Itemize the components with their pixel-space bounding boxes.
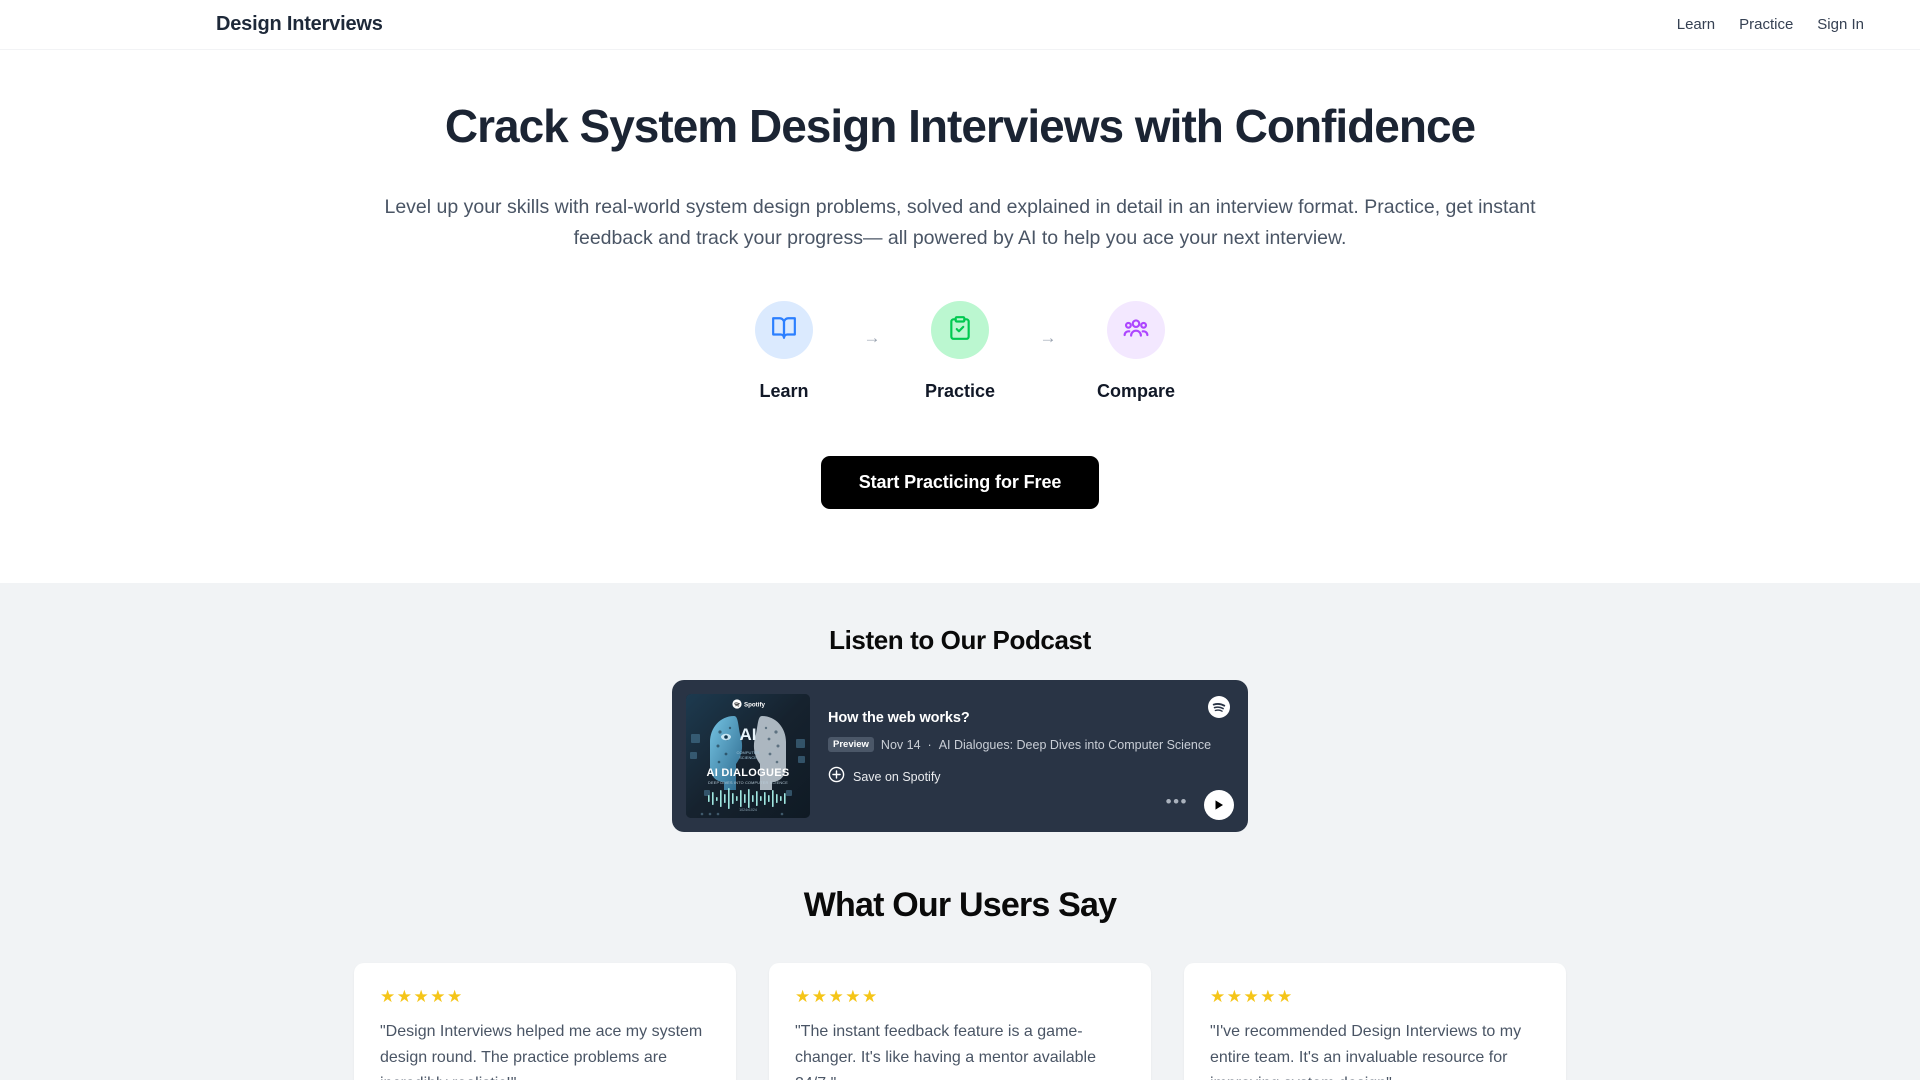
spotify-embed-wrap: AI COMPUTER SCIENCE Spotify AI DIALOGUES… — [0, 680, 1920, 833]
nav-link-sign-in[interactable]: Sign In — [1817, 16, 1864, 33]
plus-circle-icon — [828, 766, 845, 788]
step-learn-label: Learn — [759, 381, 809, 402]
step-compare-label: Compare — [1096, 381, 1176, 402]
episode-subline: Preview Nov 14 · AI Dialogues: Deep Dive… — [828, 737, 1234, 752]
svg-text:DEEP DIVES INTO COMPUTER SCIEN: DEEP DIVES INTO COMPUTER SCIENCE — [708, 781, 788, 785]
preview-badge: Preview — [828, 737, 874, 752]
testimonial-card: ★★★★★ "I've recommended Design Interview… — [1184, 963, 1566, 1080]
subline-separator: · — [927, 737, 932, 752]
brand-logo[interactable]: Design Interviews — [216, 13, 383, 36]
svg-text:AI DIALOGUES: AI DIALOGUES — [706, 767, 789, 779]
main-nav: Learn Practice Sign In — [1677, 16, 1864, 33]
svg-text:AI: AI — [740, 725, 757, 744]
cta-container: Start Practicing for Free — [0, 456, 1920, 583]
nav-link-practice[interactable]: Practice — [1739, 16, 1793, 33]
podcast-artwork: AI COMPUTER SCIENCE Spotify AI DIALOGUES… — [686, 694, 810, 819]
svg-text:1024x1024: 1024x1024 — [739, 808, 757, 812]
testimonials-section-title: What Our Users Say — [803, 886, 1117, 925]
svg-text:SCIENCE: SCIENCE — [739, 755, 757, 760]
testimonial-quote: "The instant feedback feature is a game-… — [795, 1023, 1097, 1080]
step-learn[interactable]: Learn — [714, 301, 854, 402]
clipboard-check-icon — [947, 315, 973, 346]
episode-title: How the web works? — [828, 710, 970, 727]
step-arrow-1: → — [863, 328, 881, 348]
site-header: Design Interviews Learn Practice Sign In — [0, 0, 1920, 50]
page-title: Crack System Design Interviews with Conf… — [444, 100, 1476, 152]
save-on-spotify-label: Save on Spotify — [853, 769, 941, 784]
spotify-embed[interactable]: AI COMPUTER SCIENCE Spotify AI DIALOGUES… — [672, 680, 1248, 833]
play-icon — [1215, 800, 1223, 811]
step-compare-bubble — [1107, 301, 1165, 360]
gray-section: Listen to Our Podcast AI COMPUTER SCIENC… — [0, 583, 1920, 1080]
steps-row: Learn → Practice → Compare — [0, 301, 1920, 402]
rating-stars: ★★★★★ — [1210, 987, 1294, 1007]
step-practice[interactable]: Practice — [890, 301, 1030, 402]
podcast-section-title: Listen to Our Podcast — [829, 625, 1091, 656]
users-icon — [1123, 315, 1149, 346]
rating-stars: ★★★★★ — [380, 987, 464, 1007]
spotify-logo-icon[interactable] — [1208, 696, 1230, 723]
save-on-spotify-button[interactable]: Save on Spotify — [828, 766, 1234, 788]
book-icon — [771, 315, 797, 346]
step-practice-label: Practice — [924, 381, 996, 402]
nav-link-learn[interactable]: Learn — [1677, 16, 1715, 33]
hero-subtitle: Level up your skills with real-world sys… — [384, 195, 1536, 249]
testimonials-list: ★★★★★ "Design Interviews helped me ace m… — [0, 963, 1920, 1080]
more-options-button[interactable]: ••• — [1166, 793, 1188, 810]
show-name: AI Dialogues: Deep Dives into Computer S… — [938, 737, 1212, 752]
start-practicing-button[interactable]: Start Practicing for Free — [820, 456, 1100, 510]
step-arrow-2: → — [1039, 328, 1057, 348]
step-learn-bubble — [755, 301, 813, 360]
testimonial-quote: "I've recommended Design Interviews to m… — [1210, 1023, 1522, 1080]
testimonial-card: ★★★★★ "Design Interviews helped me ace m… — [354, 963, 736, 1080]
hero-section: Crack System Design Interviews with Conf… — [0, 50, 1920, 584]
svg-text:Spotify: Spotify — [744, 702, 766, 709]
step-practice-bubble — [931, 301, 989, 360]
testimonial-quote: "Design Interviews helped me ace my syst… — [380, 1023, 703, 1080]
rating-stars: ★★★★★ — [795, 987, 879, 1007]
episode-date: Nov 14 — [880, 737, 921, 752]
testimonial-card: ★★★★★ "The instant feedback feature is a… — [769, 963, 1151, 1080]
step-compare[interactable]: Compare — [1066, 301, 1206, 402]
